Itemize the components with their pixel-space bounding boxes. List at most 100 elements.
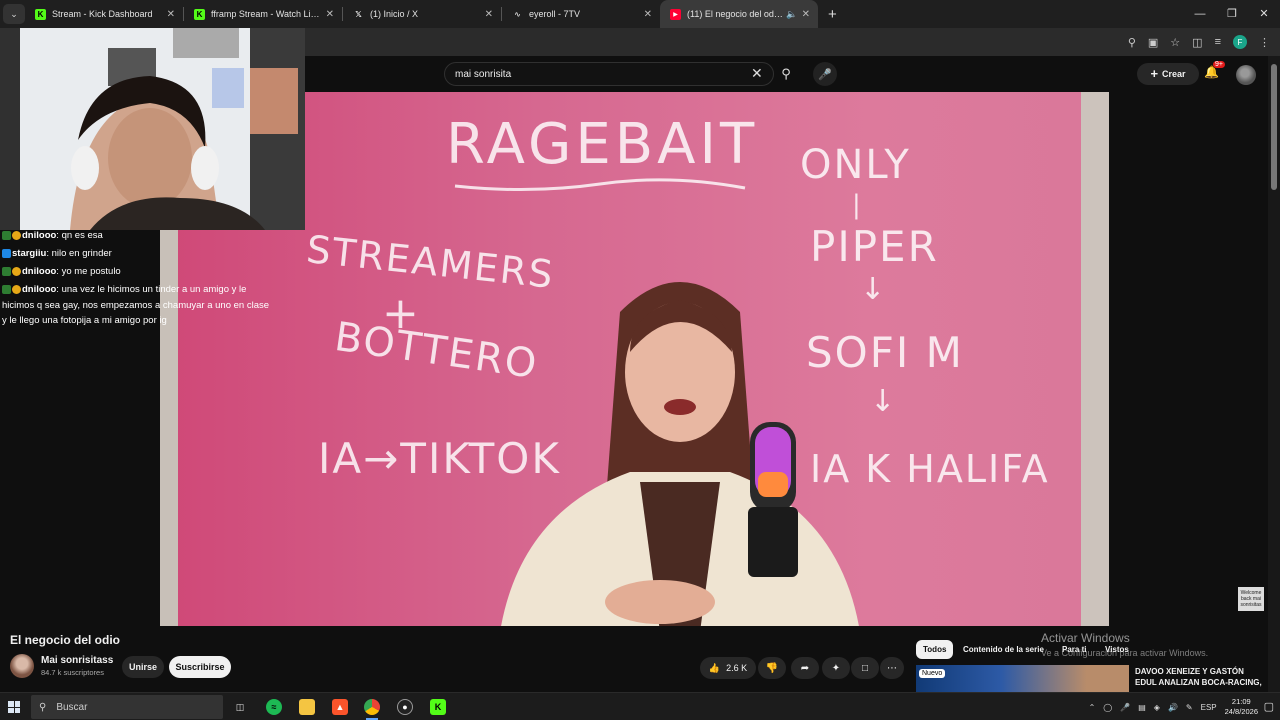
browser-tab-youtube[interactable]: ▶ (11) El negocio del odio - Y 🔈 ✕	[660, 0, 818, 28]
video-watermark: Welcome back mai sonrisitas	[1238, 587, 1264, 611]
new-tab-button[interactable]: +	[828, 6, 837, 23]
youtube-header: mai sonrisita ✕ ⚲ 🎤 + Crear 🔔 9+	[305, 56, 1280, 92]
language-indicator[interactable]: ESP	[1201, 703, 1217, 712]
gift-badge-icon	[12, 284, 21, 294]
close-icon[interactable]: ✕	[326, 9, 334, 20]
page-scrollbar[interactable]	[1268, 56, 1280, 692]
bookmark-icon: □	[861, 662, 869, 674]
recommended-video-title[interactable]: DAVOO XENEIZE Y GASTÓN EDUL ANALIZAN BOC…	[1135, 666, 1265, 692]
browser-tab-strip: ⌄ K Stream - Kick Dashboard ✕ K fframp S…	[0, 0, 1280, 28]
kebab-menu-icon[interactable]: ⋮	[1259, 36, 1270, 49]
chat-message: dnilooo: qn es esa	[2, 228, 160, 244]
restore-icon[interactable]: ❐	[1216, 0, 1248, 28]
chrome-icon[interactable]	[364, 699, 380, 720]
clock-date: 24/8/2026	[1224, 707, 1258, 716]
new-badge: Nuevo	[919, 669, 946, 678]
sub-badge-icon	[2, 230, 11, 240]
chip-contenido-serie[interactable]: Contenido de la serie	[956, 640, 1051, 659]
recommended-video-thumbnail[interactable]	[916, 665, 1129, 692]
taskbar-clock[interactable]: 21:09 24/8/2026	[1225, 697, 1258, 717]
chip-todos[interactable]: Todos	[916, 640, 954, 659]
kick-app-icon[interactable]: K	[430, 699, 446, 715]
search-icon[interactable]: ⚲	[775, 62, 797, 86]
webcam-feed	[0, 28, 305, 230]
share-button[interactable]: ➦	[791, 657, 819, 679]
cast-icon[interactable]: ▣	[1148, 36, 1158, 49]
thumbs-up-icon: 👍	[708, 662, 721, 673]
system-tray: ⌃ ◯ 🎤 ▤ ◈ 🔊 ✎ ESP 21:09 24/8/2026	[1089, 693, 1258, 720]
extensions-icon[interactable]: ◫	[1192, 36, 1202, 49]
search-icon: ⚲	[39, 701, 47, 713]
taskbar-search-input[interactable]: ⚲ Buscar	[31, 695, 223, 719]
chat-message: dnilooo: yo me postulo	[2, 264, 160, 280]
reading-list-icon[interactable]: ≡	[1215, 36, 1221, 48]
file-explorer-icon[interactable]	[299, 699, 315, 715]
network-icon[interactable]: ▤	[1138, 703, 1146, 712]
like-button[interactable]: 👍 2.6 K	[700, 657, 756, 679]
speaker-icon[interactable]: 🔈	[786, 9, 797, 20]
obs-icon[interactable]: ●	[397, 699, 413, 715]
close-icon[interactable]: ✕	[644, 9, 652, 20]
windows-activation-subtitle: Ve a Configuración para activar Windows.	[1041, 648, 1209, 658]
share-icon: ➦	[800, 662, 810, 674]
notification-center-icon[interactable]: ▢	[1264, 700, 1274, 713]
tab-title: fframp Stream - Watch Live on	[211, 9, 322, 19]
chat-username[interactable]: dnilooo	[22, 266, 56, 277]
controller-icon[interactable]: ◯	[1103, 703, 1112, 712]
chalk-underline	[454, 178, 746, 192]
plus-icon: +	[1150, 66, 1159, 81]
volume-icon[interactable]: 🔊	[1168, 703, 1178, 712]
close-icon[interactable]: ✕	[167, 9, 175, 20]
windows-activation-title: Activar Windows	[1041, 631, 1130, 645]
ask-ai-button[interactable]: ✦	[822, 657, 850, 679]
chevron-up-icon[interactable]: ⌃	[1089, 703, 1096, 712]
subscriber-count: 84.7 k suscriptores	[41, 668, 104, 677]
pen-icon[interactable]: ✎	[1186, 703, 1193, 712]
chat-username[interactable]: stargiiu	[12, 248, 46, 259]
save-button[interactable]: □	[851, 657, 879, 679]
chat-message: stargiiu: nilo en grinder	[2, 246, 160, 262]
windows-taskbar: ⚲ Buscar ◫ ≈ ▲ ● K ⌃ ◯ 🎤 ▤ ◈ 🔊 ✎ ESP 21:…	[0, 692, 1280, 720]
channel-avatar[interactable]	[10, 654, 34, 678]
search-input[interactable]: mai sonrisita	[444, 62, 774, 86]
scrollbar-thumb[interactable]	[1271, 64, 1277, 190]
microphone-icon[interactable]: 🎤	[1120, 703, 1130, 712]
subscribe-button[interactable]: Suscribirse	[169, 656, 231, 678]
account-avatar[interactable]	[1236, 65, 1256, 85]
browser-tab-kick-dashboard[interactable]: K Stream - Kick Dashboard ✕	[25, 0, 183, 28]
create-button[interactable]: + Crear	[1137, 63, 1199, 85]
browser-toolbar: ⚲ ▣ ☆ ◫ ≡ F ⋮	[305, 28, 1280, 56]
tab-search-menu-icon[interactable]: ⌄	[3, 4, 25, 24]
chat-text: : nilo en grinder	[46, 248, 112, 259]
windows-start-icon[interactable]	[8, 701, 20, 713]
join-button[interactable]: Unirse	[122, 656, 164, 678]
spotify-icon[interactable]: ≈	[266, 699, 282, 715]
clock-time: 21:09	[1231, 697, 1251, 706]
wifi-icon[interactable]: ◈	[1154, 703, 1160, 712]
zoom-icon[interactable]: ⚲	[1128, 36, 1136, 49]
sword-badge-icon	[2, 248, 11, 258]
browser-tab-x[interactable]: 𝕏 (1) Inicio / X ✕	[343, 0, 501, 28]
browser-tab-fframp-stream[interactable]: K fframp Stream - Watch Live on ✕	[184, 0, 342, 28]
minimize-icon[interactable]: —	[1184, 0, 1216, 28]
thumbs-down-icon: 👎	[765, 662, 779, 674]
task-view-icon[interactable]: ◫	[232, 699, 248, 715]
clear-search-icon[interactable]: ✕	[751, 66, 763, 80]
chat-username[interactable]: dnilooo	[22, 284, 56, 295]
microphone-icon[interactable]: 🎤	[813, 62, 837, 86]
close-window-icon[interactable]: ✕	[1248, 0, 1280, 28]
bookmark-star-icon[interactable]: ☆	[1170, 36, 1180, 49]
chat-username[interactable]: dnilooo	[22, 230, 56, 241]
chat-text: : qn es esa	[56, 230, 103, 241]
profile-avatar[interactable]: F	[1233, 35, 1247, 49]
close-icon[interactable]: ✕	[485, 9, 493, 20]
dislike-button[interactable]: 👎	[758, 657, 786, 679]
chat-message: dnilooo: una vez le hicimos un tinder a …	[2, 282, 272, 329]
channel-name[interactable]: Mai sonrisitass	[41, 655, 113, 666]
more-actions-button[interactable]: ⋯	[880, 657, 904, 679]
window-controls: — ❐ ✕	[1184, 0, 1280, 28]
streamer-webcam	[0, 28, 305, 230]
brave-browser-icon[interactable]: ▲	[332, 699, 348, 715]
close-icon[interactable]: ✕	[802, 9, 810, 20]
browser-tab-7tv[interactable]: ∿ eyeroll - 7TV ✕	[502, 0, 660, 28]
